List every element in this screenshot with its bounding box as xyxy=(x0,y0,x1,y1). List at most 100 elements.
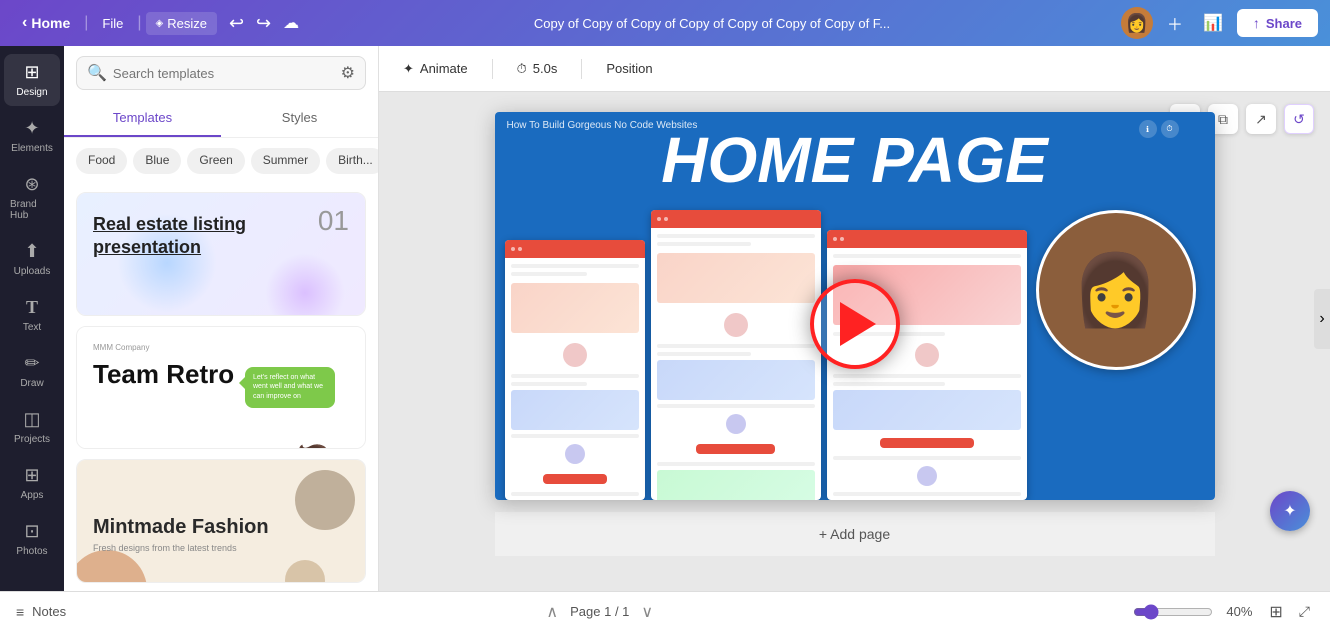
slide-container[interactable]: How To Build Gorgeous No Code Websites ℹ… xyxy=(495,112,1215,500)
mockup-button xyxy=(880,438,974,448)
figure-illustration: 🧑 xyxy=(289,447,349,450)
apps-icon: ⊞ xyxy=(24,465,39,486)
right-edge-handle[interactable]: › xyxy=(1314,289,1330,349)
mockup-line xyxy=(511,272,588,276)
left-sidebar: ⊞ Design ✦ Elements ⊛ Brand Hub ⬆ Upload… xyxy=(0,46,64,591)
mockup-avatar2 xyxy=(565,444,585,464)
mockup-card-1 xyxy=(505,240,645,500)
mockup-line xyxy=(657,404,815,408)
sidebar-item-photos[interactable]: ⊡ Photos xyxy=(4,513,60,565)
tag-green[interactable]: Green xyxy=(187,148,244,174)
topbar-sep: | xyxy=(84,14,88,32)
animate-icon: ✦ xyxy=(403,61,414,77)
filter-icon[interactable]: ⚙ xyxy=(341,63,355,83)
mockup-line xyxy=(657,462,815,466)
refresh-button[interactable]: ↺ xyxy=(1284,104,1314,134)
sidebar-item-label: Design xyxy=(16,87,47,98)
sidebar-item-text[interactable]: T Text xyxy=(4,289,60,341)
template-card-real-estate[interactable]: 01 Real estate listing presentation BY M… xyxy=(76,192,366,316)
dot xyxy=(833,237,837,241)
tag-blue[interactable]: Blue xyxy=(133,148,181,174)
play-button[interactable] xyxy=(810,279,900,369)
mockup-body xyxy=(651,228,821,500)
mockup-line xyxy=(657,242,752,246)
mockup-avatar2 xyxy=(726,414,746,434)
sidebar-item-label: Photos xyxy=(16,546,47,557)
mockup-line xyxy=(833,374,1021,378)
sidebar-item-apps[interactable]: ⊞ Apps xyxy=(4,457,60,509)
zoom-slider[interactable] xyxy=(1133,604,1213,620)
analytics-button[interactable]: 📊 xyxy=(1197,9,1229,37)
mockup-image2 xyxy=(657,360,815,400)
dot xyxy=(657,217,661,221)
next-page-button[interactable]: ∨ xyxy=(641,602,653,622)
sidebar-item-projects[interactable]: ◫ Projects xyxy=(4,401,60,453)
toolbar-sep2 xyxy=(581,59,582,79)
mockup-avatar xyxy=(563,343,587,367)
tab-templates[interactable]: Templates xyxy=(64,100,221,137)
fullscreen-button[interactable]: ⤢ xyxy=(1295,599,1314,624)
canvas-content: 🔒 ⧉ ↗ ↺ How To Build Gorgeous No Code We… xyxy=(379,92,1330,591)
templates-panel: 🔍 ⚙ Templates Styles Food Blue Green Sum… xyxy=(64,46,379,591)
speaker-avatar: 👩 xyxy=(1036,210,1196,370)
dot xyxy=(840,237,844,241)
position-button[interactable]: Position xyxy=(598,57,660,80)
file-button[interactable]: File xyxy=(92,12,133,35)
topbar-left: ‹ Home | File | Resize xyxy=(12,10,217,36)
topbar-sep2: | xyxy=(137,14,141,32)
search-input[interactable] xyxy=(113,66,335,81)
mockup-header xyxy=(505,240,645,258)
templates-list: 01 Real estate listing presentation BY M… xyxy=(64,184,378,591)
animate-button[interactable]: ✦ Animate xyxy=(395,57,476,81)
speaker-area: 👩 xyxy=(1027,210,1205,500)
tag-birthday[interactable]: Birth... xyxy=(326,148,378,174)
sidebar-item-label: Elements xyxy=(11,143,53,154)
speech-bubble: Let's reflect on what went well and what… xyxy=(245,367,335,408)
share-button[interactable]: Share xyxy=(1237,9,1318,37)
add-collaborator-button[interactable]: ＋ xyxy=(1161,7,1189,39)
notes-label: Notes xyxy=(32,604,66,619)
mockup-line xyxy=(657,234,815,238)
notes-button[interactable]: ≡ Notes xyxy=(16,604,66,620)
play-overlay xyxy=(810,279,900,369)
search-box: 🔍 ⚙ xyxy=(76,56,366,90)
mockup-body xyxy=(505,258,645,500)
tag-food[interactable]: Food xyxy=(76,148,127,174)
mockup-button xyxy=(696,444,775,454)
undo-button[interactable]: ↩ xyxy=(225,11,248,36)
mockup-line xyxy=(657,344,815,348)
resize-button[interactable]: Resize xyxy=(146,12,217,35)
add-page-button[interactable]: + Add page xyxy=(495,512,1215,556)
template-card-team-retro[interactable]: MMM Company Team Retro Let's reflect on … xyxy=(76,326,366,450)
tag-list: Food Blue Green Summer Birth... › xyxy=(64,138,378,184)
sidebar-item-design[interactable]: ⊞ Design xyxy=(4,54,60,106)
tab-styles[interactable]: Styles xyxy=(221,100,378,137)
magic-button[interactable]: ✦ xyxy=(1270,491,1310,531)
sidebar-item-brand-hub[interactable]: ⊛ Brand Hub xyxy=(4,166,60,229)
mockup-image2 xyxy=(511,390,639,430)
sidebar-item-draw[interactable]: ✏ Draw xyxy=(4,345,60,397)
sidebar-item-label: Uploads xyxy=(14,266,51,277)
sidebar-item-uploads[interactable]: ⬆ Uploads xyxy=(4,233,60,285)
tag-summer[interactable]: Summer xyxy=(251,148,320,174)
mockup-image xyxy=(511,283,639,333)
prev-page-button[interactable]: ∧ xyxy=(546,602,558,622)
mockup-line xyxy=(657,352,752,356)
user-avatar[interactable]: 👩 xyxy=(1121,7,1153,39)
clock-icon: ⏱ xyxy=(517,61,527,77)
template-card-mintmade[interactable]: Mintmade Fashion Fresh designs from the … xyxy=(76,459,366,583)
topbar-right: 👩 ＋ 📊 Share xyxy=(1121,7,1318,39)
page-indicator: Page 1 / 1 xyxy=(570,604,629,619)
redo-button[interactable]: ↪ xyxy=(252,11,275,36)
export-button[interactable]: ↗ xyxy=(1246,104,1276,134)
duration-button[interactable]: ⏱ 5.0s xyxy=(509,57,566,81)
duration-label: 5.0s xyxy=(533,61,558,76)
mockup-avatar xyxy=(915,343,939,367)
main-layout: ⊞ Design ✦ Elements ⊛ Brand Hub ⬆ Upload… xyxy=(0,46,1330,591)
sidebar-item-elements[interactable]: ✦ Elements xyxy=(4,110,60,162)
grid-view-button[interactable]: ⊞ xyxy=(1265,598,1286,626)
sidebar-item-label: Draw xyxy=(20,378,43,389)
zoom-percentage: 40% xyxy=(1221,604,1257,619)
home-button[interactable]: ‹ Home xyxy=(12,10,80,36)
dot xyxy=(664,217,668,221)
